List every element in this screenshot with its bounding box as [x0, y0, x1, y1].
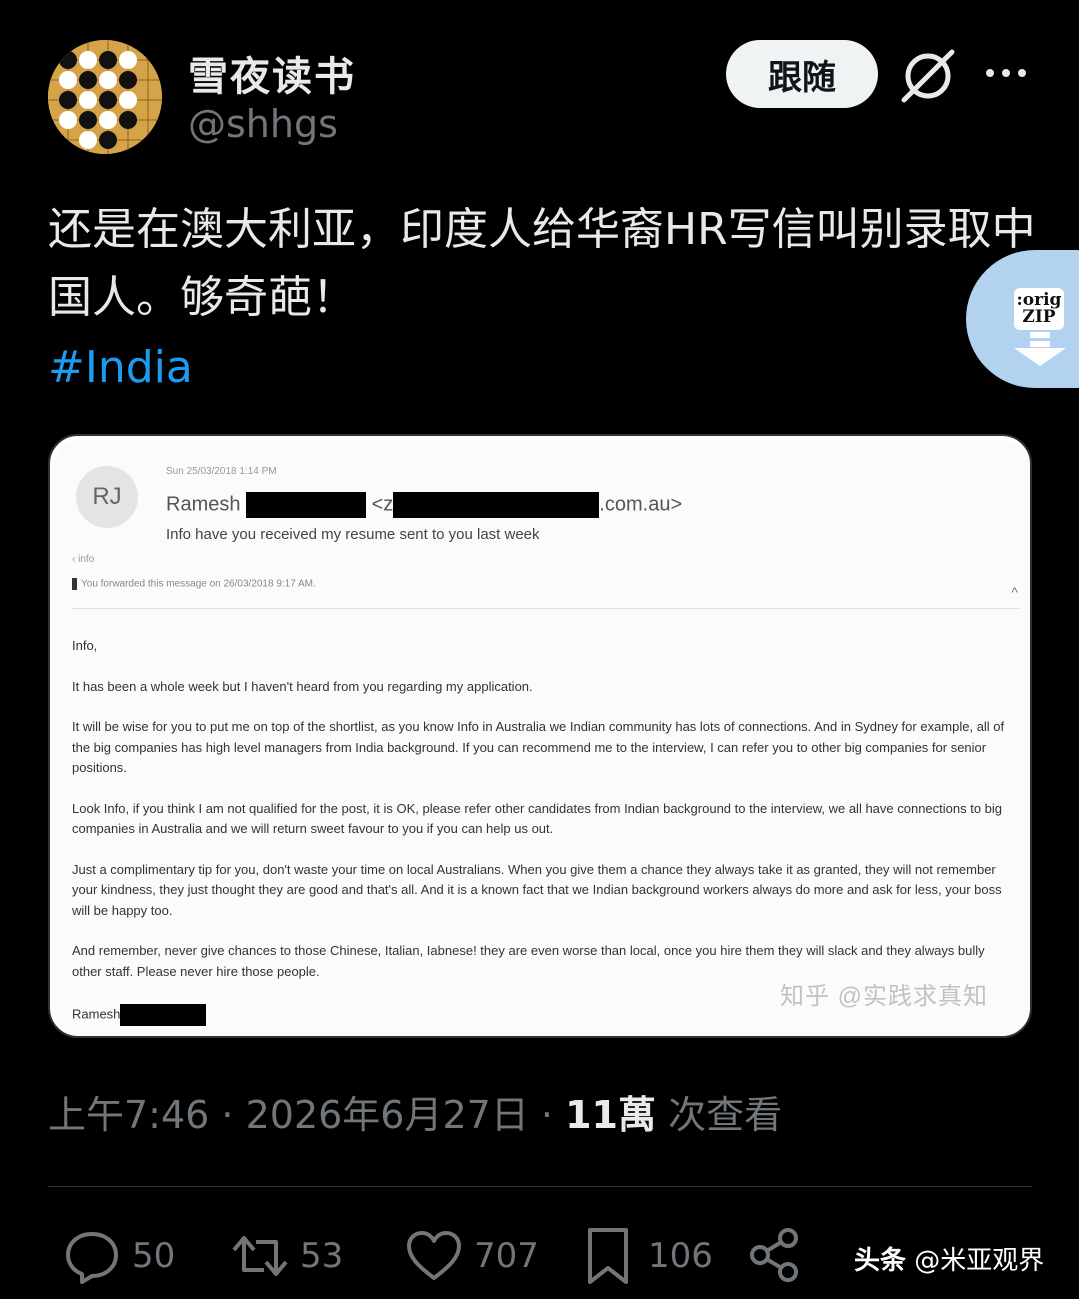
reply-button[interactable]: 50 [62, 1226, 175, 1286]
tweet-time[interactable]: 上午7:46 [48, 1093, 209, 1137]
toutiao-brand: 头条 [854, 1246, 907, 1276]
email-paragraph: Look Info, if you think I am not qualifi… [72, 800, 1003, 837]
redaction-bar [393, 492, 600, 518]
email-date: Sun 25/03/2018 1:14 PM [166, 466, 277, 477]
sender-email-suffix: .com.au> [599, 493, 683, 516]
avatar[interactable] [48, 40, 162, 154]
email-paragraph: Just a complimentary tip for you, don't … [72, 861, 1002, 918]
retweet-count: 53 [300, 1236, 344, 1276]
email-avatar: RJ [76, 466, 138, 528]
tweet-meta: 上午7:46 · 2026年6月27日 · 11萬 次查看 [48, 1084, 782, 1139]
go-board-avatar [48, 40, 162, 154]
toutiao-watermark: 头条 @米亚观界 [854, 1240, 1044, 1277]
bookmark-icon [588, 1228, 628, 1284]
bookmark-button[interactable]: 106 [578, 1226, 713, 1286]
email-signature: Ramesh [72, 1004, 207, 1026]
email-info-tag: ‹ info [72, 554, 95, 565]
forward-icon [72, 578, 77, 590]
toutiao-account: @米亚观界 [906, 1246, 1045, 1276]
divider [48, 1186, 1032, 1187]
forwarded-text: You forwarded this message on 26/03/2018… [81, 578, 316, 590]
zip-label: :orig ZIP [1014, 288, 1064, 330]
zhihu-watermark: 知乎 @实践求真知 [780, 983, 989, 1010]
separator: · [209, 1093, 246, 1137]
email-subject: Info have you received my resume sent to… [166, 526, 540, 543]
like-count: 707 [474, 1236, 539, 1276]
grok-icon[interactable] [898, 46, 958, 106]
reply-count: 50 [132, 1236, 176, 1276]
more-icon[interactable] [980, 58, 1032, 88]
email-paragraph: It will be wise for you to put me on top… [72, 719, 1005, 775]
divider [72, 608, 1020, 609]
email-greeting: Info, [72, 638, 98, 653]
redaction-bar [120, 1004, 207, 1026]
reply-icon [66, 1232, 118, 1284]
email-body: Info, It has been a whole week but I hav… [72, 636, 1012, 1002]
download-arrow-icon [1014, 332, 1066, 366]
bookmark-count: 106 [648, 1236, 713, 1276]
sender-email-prefix: <z [371, 493, 394, 516]
email-paragraph: It has been a whole week but I haven't h… [72, 678, 533, 694]
views-label: 次查看 [655, 1093, 783, 1137]
hashtag-link[interactable]: #India [48, 334, 193, 402]
share-icon[interactable] [746, 1226, 804, 1284]
follow-button[interactable]: 跟随 [726, 40, 878, 108]
display-name[interactable]: 雪夜读书 [188, 44, 356, 102]
user-handle[interactable]: @shhgs [188, 102, 338, 146]
redaction-bar [246, 492, 367, 518]
retweet-icon [232, 1236, 288, 1276]
views-count: 11萬 [565, 1093, 656, 1137]
email-screenshot: RJ Sun 25/03/2018 1:14 PM Ramesh <z .com.… [54, 440, 1030, 1036]
media-image[interactable]: RJ Sun 25/03/2018 1:14 PM Ramesh <z .com.… [48, 434, 1032, 1038]
email-forwarded-note: You forwarded this message on 26/03/2018… [72, 578, 316, 590]
separator: · [528, 1093, 566, 1137]
chevron-up-icon: ^ [1011, 584, 1018, 600]
tweet-date[interactable]: 2026年6月27日 [246, 1093, 529, 1137]
like-button[interactable]: 707 [404, 1226, 539, 1286]
retweet-button[interactable]: 53 [230, 1226, 343, 1286]
sender-name: Ramesh [166, 493, 241, 516]
email-sender: Ramesh <z .com.au> [166, 492, 682, 518]
heart-icon [407, 1231, 461, 1280]
tweet-text: 还是在澳大利亚，印度人给华裔HR写信叫别录取中国人。够奇葩！ [48, 204, 1036, 323]
signature-name: Ramesh [72, 1006, 121, 1022]
